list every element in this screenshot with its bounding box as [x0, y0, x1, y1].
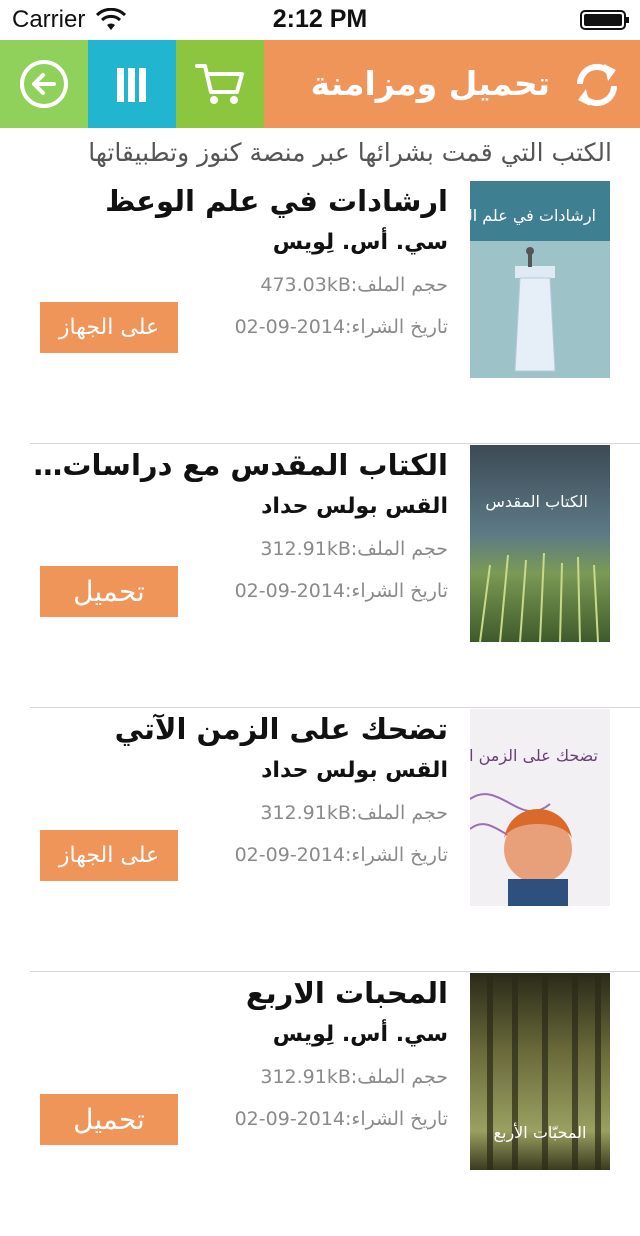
sync-icon[interactable] [572, 60, 622, 110]
cart-button[interactable] [176, 40, 264, 128]
purchase-date: تاريخ الشراء:2014-09-02 [234, 844, 448, 866]
download-button[interactable]: تحميل [40, 566, 178, 617]
cover-title: ارشادات في علم الوعظ [470, 206, 596, 226]
book-author: القس بولس حداد [261, 494, 448, 519]
book-cover: المحبّات الأربع [470, 973, 610, 1170]
purchase-date: تاريخ الشراء:2014-09-02 [234, 580, 448, 602]
book-item[interactable]: المحبّات الأربع المحبات الاربع سي. أس. ل… [0, 972, 640, 1236]
book-cover: ارشادات في علم الوعظ [470, 181, 610, 378]
file-size: حجم الملف:473.03kB [260, 274, 448, 296]
file-size: حجم الملف:312.91kB [260, 802, 448, 824]
battery-icon [580, 10, 629, 30]
book-title: تضحك على الزمن الآتي [114, 712, 448, 746]
library-button[interactable] [88, 40, 176, 128]
cart-icon [195, 64, 244, 104]
download-button[interactable]: تحميل [40, 1094, 178, 1145]
library-icon [117, 68, 146, 102]
page-title: تحميل ومزامنة [310, 64, 550, 103]
header-toolbar: تحميل ومزامنة [0, 40, 640, 128]
on-device-button[interactable]: على الجهاز [40, 302, 178, 353]
file-size: حجم الملف:312.91kB [260, 538, 448, 560]
cover-title: تضحك على الزمن الآتي [470, 746, 598, 766]
on-device-button[interactable]: على الجهاز [40, 830, 178, 881]
back-button[interactable] [0, 40, 88, 128]
book-author: القس بولس حداد [261, 758, 448, 783]
cover-title: المحبّات الأربع [493, 1122, 586, 1143]
book-title: الكتاب المقدس مع دراسات للنمو... [30, 448, 448, 482]
book-title: ارشادات في علم الوعظ [105, 184, 448, 218]
book-author: سي. أس. لِويس [272, 1022, 448, 1047]
book-title: المحبات الاربع [245, 976, 448, 1010]
book-item[interactable]: تضحك على الزمن الآتي تضحك على الزمن الآت… [0, 708, 640, 972]
status-bar: Carrier 2:12 PM [0, 0, 640, 40]
book-cover: تضحك على الزمن الآتي [470, 709, 610, 906]
file-size: حجم الملف:312.91kB [260, 1066, 448, 1088]
cover-title: الكتاب المقدس [485, 492, 588, 511]
book-author: سي. أس. لِويس [272, 230, 448, 255]
purchase-date: تاريخ الشراء:2014-09-02 [234, 316, 448, 338]
book-item[interactable]: الكتاب المقدس الكتاب المقدس مع دراسات لل… [0, 444, 640, 708]
back-icon [20, 60, 68, 108]
purchase-date: تاريخ الشراء:2014-09-02 [234, 1108, 448, 1130]
page-subtitle: الكتب التي قمت بشرائها عبر منصة كنوز وتط… [88, 138, 612, 167]
clock: 2:12 PM [272, 5, 368, 33]
book-cover: الكتاب المقدس [470, 445, 610, 642]
book-list: ارشادات في علم الوعظ ارشادات في علم الوع… [0, 180, 640, 1236]
book-item[interactable]: ارشادات في علم الوعظ ارشادات في علم الوع… [0, 180, 640, 444]
